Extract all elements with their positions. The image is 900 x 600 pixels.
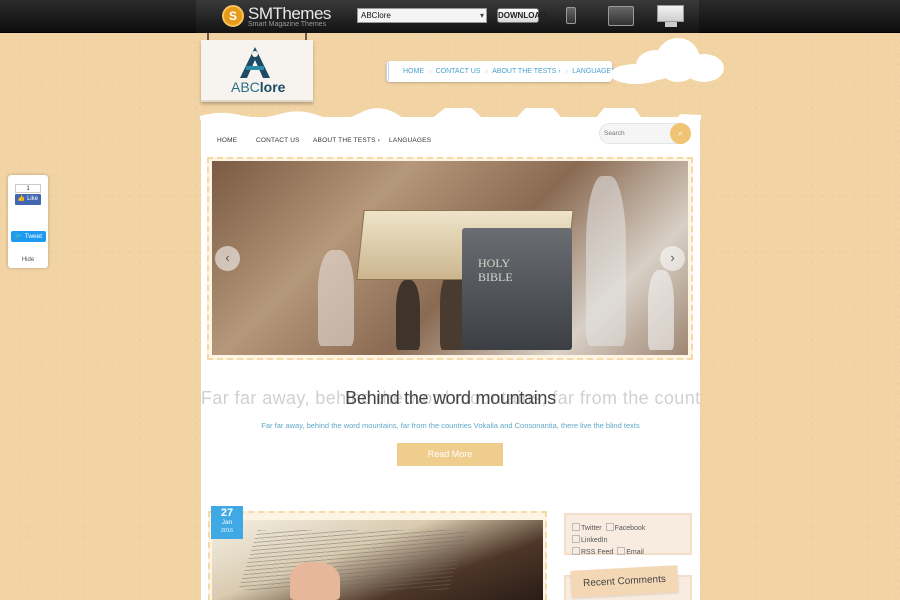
- download-button[interactable]: DOWNLOAD: [497, 8, 546, 23]
- linkedin-link[interactable]: LinkedIn: [572, 537, 607, 544]
- search-box: ⌕: [599, 123, 691, 144]
- search-icon[interactable]: ⌕: [670, 123, 691, 144]
- post-date-badge: 27 Jan 2016: [211, 506, 243, 539]
- read-more-button[interactable]: Read More: [397, 443, 503, 466]
- nav-separator-icon: ○: [484, 68, 489, 75]
- smthemes-logo-icon[interactable]: S: [222, 5, 244, 27]
- top-nav-home[interactable]: HOME: [403, 68, 424, 75]
- logo-text-bold: lore: [259, 79, 286, 95]
- tweet-label: Tweet: [24, 233, 43, 240]
- torn-paper-edge: [200, 108, 701, 120]
- main-nav-home[interactable]: HOME: [217, 137, 237, 144]
- top-nav: HOME ○ CONTACT US ○ ABOUT THE TESTS › ○ …: [386, 61, 616, 82]
- tweet-button[interactable]: 🐦 Tweet: [11, 231, 46, 242]
- social-links-widget: Twitter Facebook LinkedIn RSS Feed Email: [564, 513, 692, 556]
- slider-prev-icon[interactable]: ‹: [215, 246, 240, 271]
- main-nav-contact[interactable]: CONTACT US: [256, 137, 300, 144]
- site-logo-text[interactable]: ABClore: [231, 79, 285, 95]
- search-input[interactable]: [604, 126, 670, 141]
- theme-select-value: ABClore: [361, 11, 391, 20]
- top-nav-about[interactable]: ABOUT THE TESTS ›: [492, 68, 560, 75]
- logo-text-light: ABC: [231, 79, 260, 95]
- rss-feed-link[interactable]: RSS Feed: [572, 549, 613, 556]
- facebook-like-label: Like: [27, 196, 39, 202]
- post-date-year: 2016: [220, 528, 234, 534]
- book-text-lines: [238, 530, 468, 590]
- abclore-logo-icon: [240, 47, 270, 78]
- twitter-link[interactable]: Twitter: [572, 525, 602, 532]
- slider-next-icon[interactable]: ›: [660, 246, 685, 271]
- hide-share-link[interactable]: Hide: [8, 257, 48, 263]
- facebook-like-count: 1: [15, 184, 41, 193]
- chess-piece: [396, 280, 420, 350]
- theme-select[interactable]: ABClore ▾: [357, 8, 487, 23]
- facebook-link[interactable]: Facebook: [606, 525, 646, 532]
- main-nav-languages[interactable]: LANGUAGES: [389, 137, 431, 144]
- email-link[interactable]: Email: [617, 549, 644, 556]
- tablet-preview-icon[interactable]: [608, 6, 634, 26]
- recent-comments-title: Recent Comments: [570, 565, 679, 598]
- smthemes-tagline: Smart Magazine Themes: [248, 21, 327, 28]
- chess-piece: [586, 176, 626, 346]
- post-date-day: 27: [220, 507, 234, 519]
- desktop-preview-icon[interactable]: [657, 5, 684, 22]
- post-date-month: Jan: [221, 519, 233, 526]
- featured-title[interactable]: Behind the word mountains: [201, 388, 700, 409]
- chess-piece: [318, 250, 354, 346]
- facebook-like-button[interactable]: 👍 Like: [15, 194, 41, 205]
- chess-piece: [648, 270, 674, 350]
- nav-separator-icon: ○: [428, 68, 432, 75]
- chevron-down-icon: ▾: [479, 11, 484, 20]
- top-nav-contact[interactable]: CONTACT US: [436, 68, 481, 75]
- hand-image: [290, 562, 340, 600]
- desktop-stand-icon: [665, 22, 677, 27]
- main-nav-about[interactable]: ABOUT THE TESTS ›: [313, 137, 380, 144]
- nav-separator-icon: ○: [564, 68, 569, 75]
- phone-preview-icon[interactable]: [566, 7, 576, 24]
- bible-cover-label: HOLY BIBLE: [478, 256, 513, 284]
- featured-excerpt: Far far away, behind the word mountains,…: [261, 421, 640, 430]
- bible-image: [462, 228, 572, 350]
